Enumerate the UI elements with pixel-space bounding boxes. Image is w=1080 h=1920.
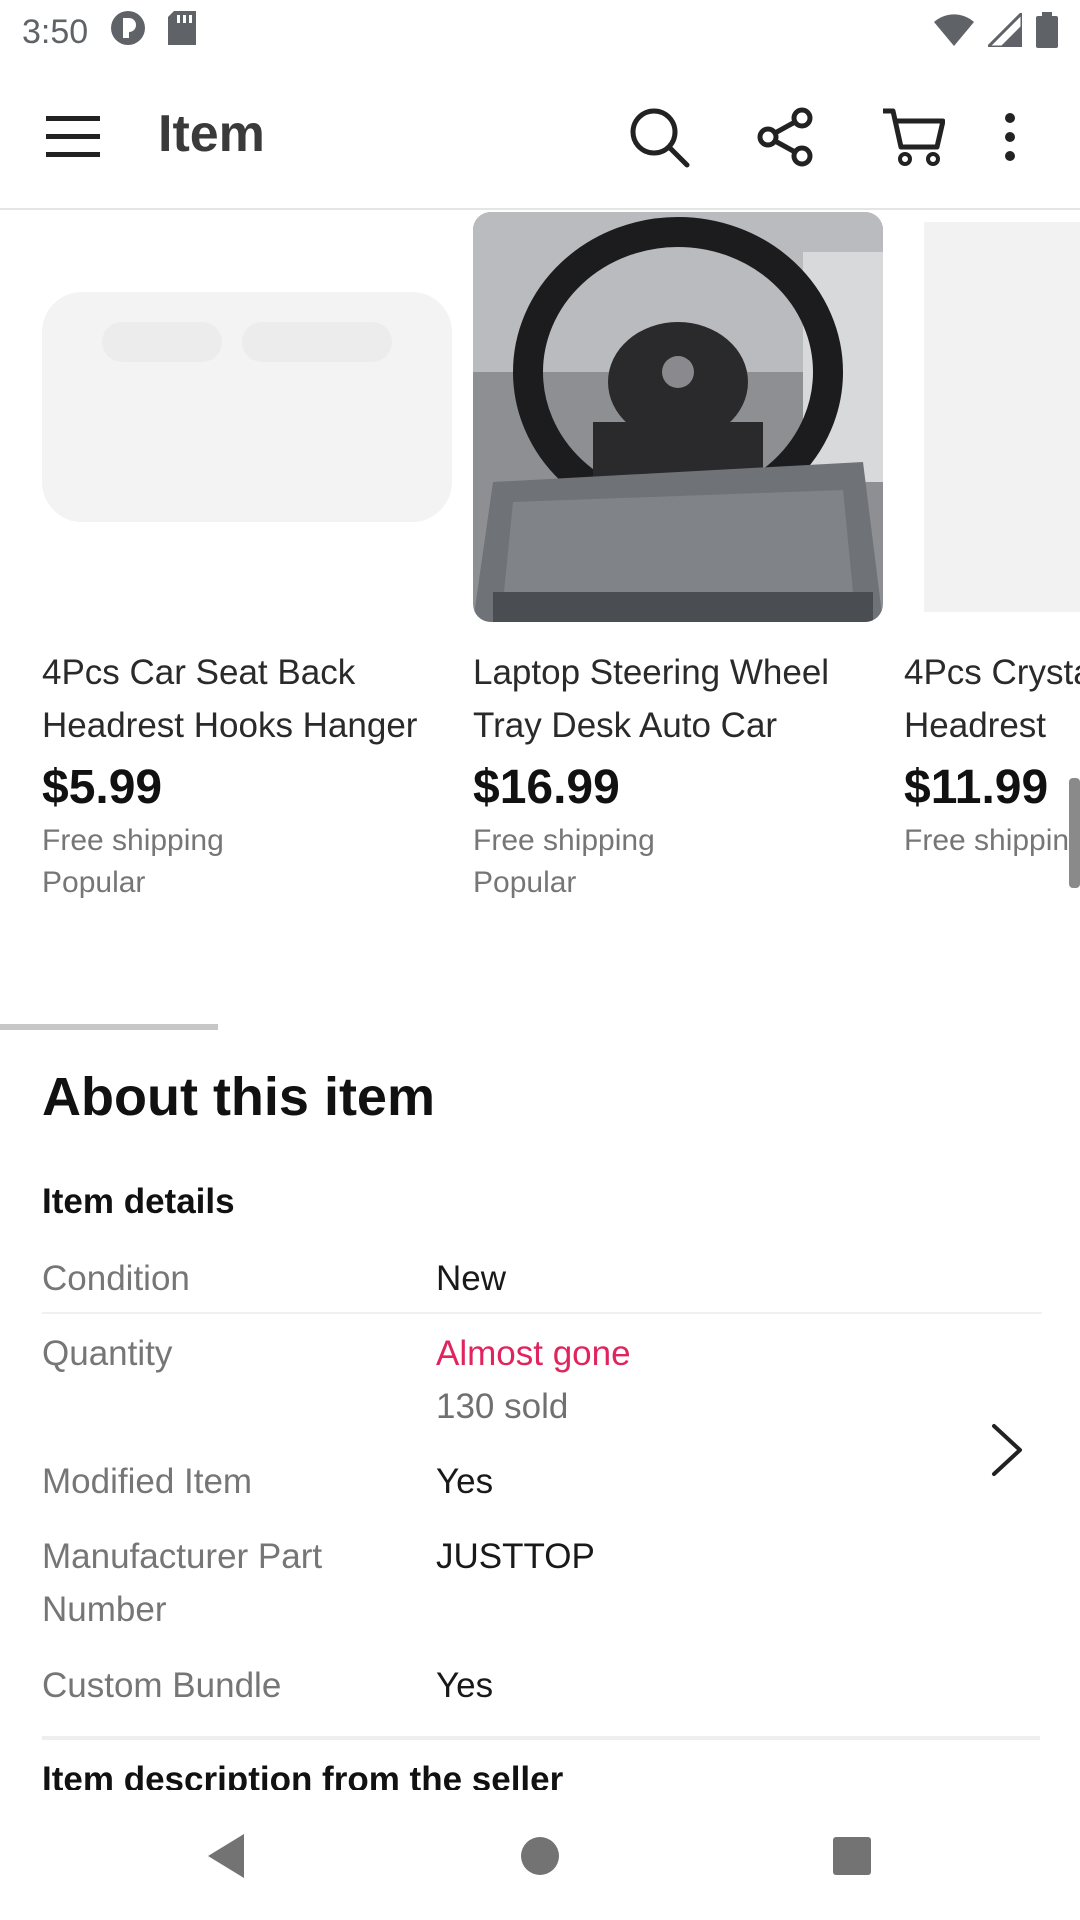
detail-value-condition: New (436, 1259, 507, 1298)
more-options-icon[interactable] (988, 102, 1032, 172)
product-price: $11.99 (904, 761, 1049, 814)
detail-label-modified-item: Modified Item (42, 1462, 253, 1501)
product-card[interactable]: 4Pcs Car Seat Back Headrest Hooks Hanger… (42, 210, 452, 910)
product-title[interactable]: 4Pcs Crystal Back Headrest (904, 646, 1080, 752)
sd-card-icon (168, 10, 197, 54)
home-icon[interactable] (510, 1826, 570, 1886)
product-title[interactable]: 4Pcs Car Seat Back Headrest Hooks Hanger (42, 646, 462, 752)
share-icon[interactable] (750, 102, 820, 172)
row-divider (42, 1312, 1042, 1314)
shipping-text: Free shipping (904, 824, 1080, 857)
back-icon[interactable] (196, 1826, 256, 1886)
product-card[interactable]: 4Pcs Crystal Back Headrest $11.99 Free s… (904, 210, 1080, 910)
detail-value-mpn: JUSTTOP (436, 1537, 595, 1576)
detail-value-modified-item: Yes (436, 1462, 494, 1501)
detail-label-condition: Condition (42, 1259, 190, 1298)
shipping-text: Free shipping (42, 824, 224, 857)
detail-value-custom-bundle: Yes (436, 1666, 494, 1705)
vpn-status-icon (110, 10, 146, 55)
product-image[interactable] (42, 212, 452, 622)
product-card[interactable]: Laptop Steering Wheel Tray Desk Auto Car… (473, 210, 883, 910)
page-title: Item (158, 105, 265, 163)
about-section-title: About this item (42, 1067, 435, 1127)
product-image[interactable] (473, 212, 883, 622)
search-icon[interactable] (624, 102, 694, 172)
system-nav-bar (0, 1790, 1080, 1920)
battery-icon (1036, 11, 1058, 53)
product-price: $16.99 (473, 761, 620, 814)
detail-value-quantity-sold: 130 sold (436, 1387, 569, 1426)
section-divider (0, 1024, 218, 1030)
carousel-scroll-indicator (1069, 778, 1080, 888)
shipping-text: Free shipping (473, 824, 655, 857)
signal-icon (984, 8, 1024, 52)
wifi-icon (934, 13, 974, 51)
menu-icon[interactable] (46, 110, 100, 164)
popular-badge: Popular (42, 866, 146, 899)
cart-icon[interactable] (878, 102, 948, 172)
item-details-heading: Item details (42, 1182, 235, 1221)
popular-badge: Popular (473, 866, 577, 899)
detail-label-mpn: Manufacturer Part Number (42, 1537, 323, 1629)
product-title[interactable]: Laptop Steering Wheel Tray Desk Auto Car (473, 646, 893, 752)
detail-label-quantity: Quantity (42, 1334, 173, 1373)
product-image[interactable] (904, 212, 1080, 622)
section-divider (42, 1736, 1040, 1740)
app-bar: Item (0, 64, 1080, 210)
detail-label-custom-bundle: Custom Bundle (42, 1666, 282, 1705)
recents-icon[interactable] (822, 1826, 882, 1886)
status-time: 3:50 (22, 12, 89, 51)
product-price: $5.99 (42, 761, 163, 814)
detail-value-quantity-status: Almost gone (436, 1334, 631, 1373)
similar-items-carousel[interactable]: 4Pcs Car Seat Back Headrest Hooks Hanger… (0, 210, 1080, 930)
status-bar: 3:50 (0, 0, 1080, 64)
chevron-right-icon[interactable] (986, 1422, 1026, 1478)
